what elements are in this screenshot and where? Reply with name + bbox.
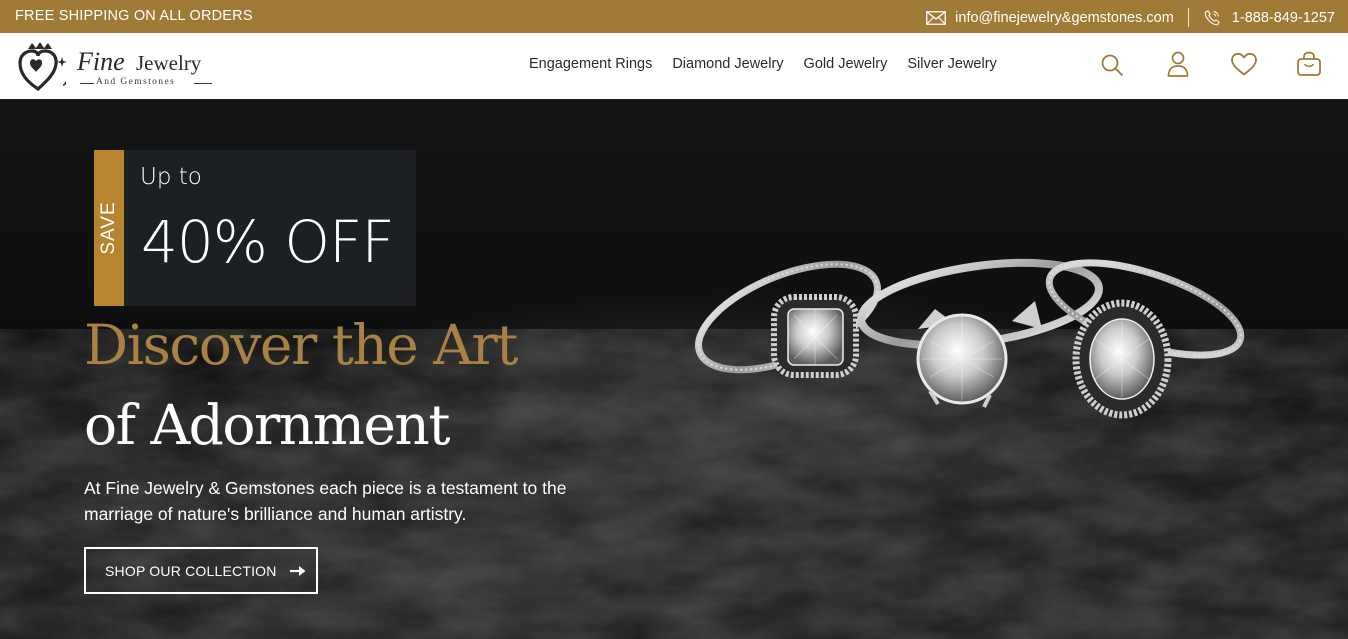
- discount-badge: SAVE Up to 40% OFF: [94, 150, 416, 306]
- heart-crown-logo-icon: [18, 42, 67, 92]
- top-promo-bar: FREE SHIPPING ON ALL ORDERS info@finejew…: [0, 0, 1348, 33]
- diamond-rings-image: [695, 258, 1245, 419]
- divider: [1187, 8, 1189, 27]
- arrow-right-icon: [289, 565, 306, 576]
- badge-upto-label: Up to: [140, 164, 202, 190]
- shopping-bag-icon[interactable]: [1296, 51, 1322, 77]
- nav-diamond-jewelry[interactable]: Diamond Jewelry: [672, 56, 783, 72]
- heart-icon[interactable]: [1230, 52, 1258, 76]
- main-navigation: Engagement Rings Diamond Jewelry Gold Je…: [529, 56, 1017, 72]
- nav-engagement-rings[interactable]: Engagement Rings: [529, 56, 652, 72]
- search-icon[interactable]: [1100, 53, 1124, 77]
- email-link[interactable]: info@finejewelry&gemstones.com: [955, 10, 1174, 26]
- shop-collection-button[interactable]: SHOP OUR COLLECTION: [84, 547, 318, 594]
- contact-info: info@finejewelry&gemstones.com 1-888-849…: [926, 8, 1335, 27]
- user-icon[interactable]: [1166, 51, 1190, 77]
- nav-gold-jewelry[interactable]: Gold Jewelry: [804, 56, 888, 72]
- hero-description: At Fine Jewelry & Gemstones each piece i…: [84, 478, 567, 524]
- badge-offer-label: 40% OFF: [141, 208, 395, 276]
- cta-label: SHOP OUR COLLECTION: [105, 562, 277, 579]
- nav-silver-jewelry[interactable]: Silver Jewelry: [907, 56, 996, 72]
- free-shipping-text: FREE SHIPPING ON ALL ORDERS: [15, 8, 253, 24]
- badge-strip: SAVE: [94, 150, 124, 306]
- phone-link[interactable]: 1-888-849-1257: [1232, 10, 1335, 26]
- brand-logo[interactable]: Fine Jewelry And Gemstones: [16, 37, 226, 95]
- hero-banner: SAVE Up to 40% OFF Discover the Art of A…: [0, 99, 1348, 639]
- hero-headline-line2: of Adornment: [84, 393, 450, 457]
- phone-icon: [1204, 9, 1220, 25]
- logo-text-fine: Fine: [77, 47, 125, 76]
- logo-tagline: And Gemstones: [96, 77, 176, 87]
- logo-rule-left: [80, 83, 94, 84]
- logo-rule-right: [194, 83, 212, 84]
- logo-text-jewelry: Jewelry: [136, 51, 202, 75]
- mail-icon: [926, 10, 947, 25]
- badge-save-label: SAVE: [98, 201, 119, 255]
- site-header: Fine Jewelry And Gemstones Engagement Ri…: [0, 33, 1348, 99]
- hero-headline-line1: Discover the Art: [84, 313, 518, 377]
